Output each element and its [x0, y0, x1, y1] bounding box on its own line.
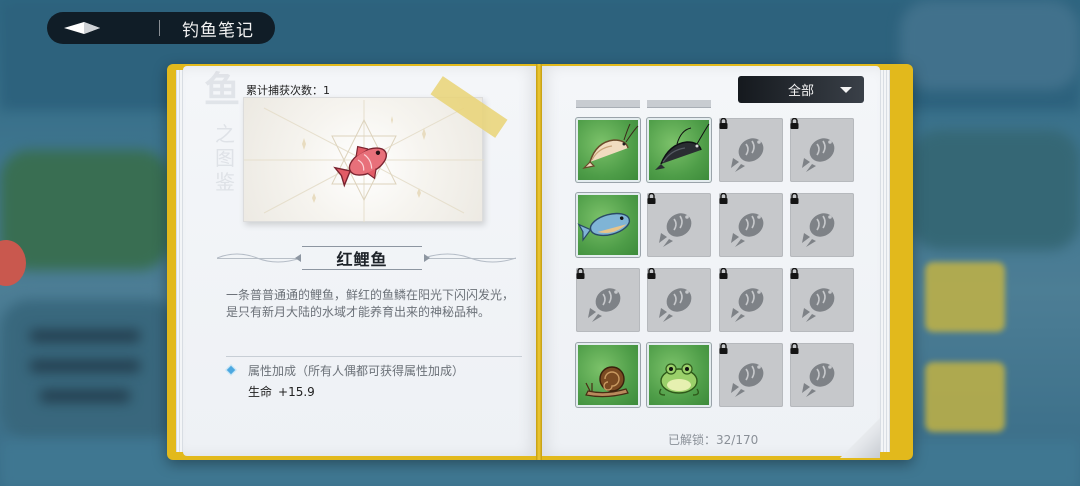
watermark-title: 鱼 — [200, 70, 244, 110]
fish-slot[interactable] — [647, 343, 711, 407]
attribute-stat: 生命 — [248, 385, 273, 399]
back-button[interactable] — [47, 12, 117, 44]
book-spine — [536, 64, 542, 460]
title-separator — [159, 20, 160, 36]
fish-slot[interactable] — [576, 193, 640, 257]
background-card — [925, 362, 1005, 432]
black-shrimp-icon — [655, 123, 710, 170]
watermark-subtitle: 之 图 鉴 — [214, 122, 236, 194]
locked-fish-slot[interactable] — [719, 118, 783, 182]
background-card — [925, 262, 1005, 332]
fish-silhouette-icon — [731, 138, 764, 172]
back-arrow-icon — [64, 22, 100, 34]
fish-silhouette-icon — [731, 213, 764, 247]
fish-silhouette-icon — [802, 213, 835, 247]
watermark-char: 鱼 — [203, 69, 240, 111]
lock-icon — [576, 268, 585, 279]
fish-slot[interactable] — [576, 343, 640, 407]
attribute-title: 属性加成（所有人偶都可获得属性加成） — [248, 364, 465, 378]
partial-row-cell — [576, 100, 640, 108]
fish-silhouette-icon — [731, 363, 764, 397]
fish-silhouette-icon — [659, 213, 692, 247]
unlock-progress: 已解锁：32/170 — [668, 433, 759, 447]
locked-fish-slot[interactable] — [790, 193, 854, 257]
filter-label: 全部 — [788, 84, 815, 99]
fish-slot[interactable] — [576, 118, 640, 182]
fish-silhouette-icon — [731, 288, 764, 322]
header-bar: 钓鱼笔记 — [47, 12, 275, 44]
lock-icon — [790, 118, 799, 129]
locked-fish-slot[interactable] — [647, 268, 711, 332]
fish-silhouette-icon — [588, 288, 621, 322]
snail-icon — [585, 366, 629, 398]
watermark-char: 图 — [215, 146, 235, 170]
locked-fish-slot[interactable] — [719, 193, 783, 257]
fish-silhouette-icon — [802, 363, 835, 397]
locked-fish-slot[interactable] — [719, 343, 783, 407]
page-title: 钓鱼笔记 — [182, 20, 254, 41]
catch-count: 累计捕获次数：1 — [246, 84, 330, 97]
fish-description: 一条普普通通的鲤鱼，鲜红的鱼鳞在阳光下闪闪发光，是只有新月大陆的水域才能养育出来… — [226, 288, 515, 319]
shrimp-icon — [582, 123, 639, 169]
lock-icon — [647, 268, 656, 279]
section-divider — [226, 356, 522, 357]
lock-icon — [719, 118, 728, 129]
lock-icon — [719, 343, 728, 354]
locked-fish-slot[interactable] — [576, 268, 640, 332]
lock-icon — [719, 193, 728, 204]
locked-fish-slot[interactable] — [790, 343, 854, 407]
partial-row-cell — [647, 100, 711, 108]
fish-silhouette-icon — [659, 288, 692, 322]
fish-name: 红鲤鱼 — [302, 246, 422, 270]
red-carp-icon — [333, 145, 387, 188]
fish-silhouette-icon — [802, 138, 835, 172]
watermark-char: 鉴 — [215, 170, 235, 194]
lock-icon — [790, 268, 799, 279]
filter-dropdown[interactable]: 全部 — [738, 76, 864, 103]
attribute-bonus: 生命 +15.9 — [248, 383, 315, 400]
lock-icon — [719, 268, 728, 279]
locked-fish-slot[interactable] — [790, 268, 854, 332]
blue-fish-icon — [577, 212, 631, 242]
lock-icon — [647, 193, 656, 204]
lock-icon — [790, 193, 799, 204]
fish-slot[interactable] — [647, 118, 711, 182]
attribute-value: +15.9 — [278, 385, 315, 399]
ornament-right-icon — [424, 253, 516, 263]
locked-fish-slot[interactable] — [719, 268, 783, 332]
ornament-left-icon — [217, 253, 301, 263]
frog-icon — [658, 363, 700, 396]
watermark-char: 之 — [215, 122, 235, 146]
fish-silhouette-icon — [802, 288, 835, 322]
lock-icon — [790, 343, 799, 354]
locked-fish-slot[interactable] — [790, 118, 854, 182]
chevron-down-icon — [840, 86, 853, 93]
fish-photo — [243, 97, 484, 222]
locked-fish-slot[interactable] — [647, 193, 711, 257]
